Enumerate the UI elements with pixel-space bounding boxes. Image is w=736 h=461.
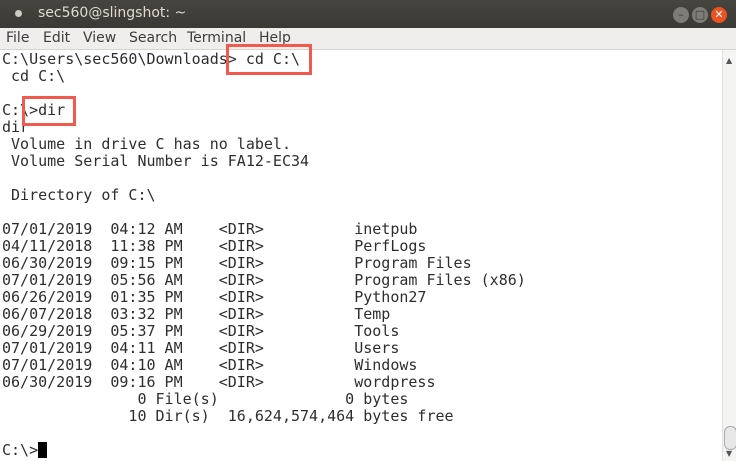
terminal-line: 07/01/2019 04:11 AM <DIR> Users xyxy=(2,339,400,357)
terminal-line: 06/26/2019 01:35 PM <DIR> Python27 xyxy=(2,288,427,306)
terminal-line: Volume in drive C has no label. xyxy=(2,135,291,153)
terminal-line: 06/29/2019 05:37 PM <DIR> Tools xyxy=(2,322,400,340)
minimize-button[interactable]: – xyxy=(673,7,689,23)
terminal-prompt: C:\> xyxy=(2,441,39,459)
terminal-line: 04/11/2018 11:38 PM <DIR> PerfLogs xyxy=(2,237,427,255)
terminal-line: 06/30/2019 09:16 PM <DIR> wordpress xyxy=(2,373,436,391)
window-title: sec560@slingshot: ~ xyxy=(38,5,187,21)
terminal-line: 10 Dir(s) 16,624,574,464 bytes free xyxy=(2,407,454,425)
terminal-line: Directory of C:\ xyxy=(2,186,156,204)
title-bar: sec560@slingshot: ~ – □ ✕ xyxy=(0,0,736,28)
terminal-line: 06/07/2018 03:32 PM <DIR> Temp xyxy=(2,305,391,323)
scrollbar-thumb[interactable] xyxy=(724,426,736,450)
terminal-cursor xyxy=(38,442,48,458)
terminal-line: 0 File(s) 0 bytes xyxy=(2,390,409,408)
scrollbar[interactable]: ▲ ▼ xyxy=(722,50,736,461)
terminal-output[interactable]: C:\Users\sec560\Downloads> cd C:\ cd C:\… xyxy=(0,50,722,461)
highlight-cd-command xyxy=(226,44,312,75)
menu-file[interactable]: File xyxy=(6,30,29,46)
menu-view[interactable]: View xyxy=(83,30,116,46)
highlight-dir-command xyxy=(22,96,76,126)
scroll-down-icon[interactable]: ▼ xyxy=(726,449,732,458)
terminal-line: 07/01/2019 05:56 AM <DIR> Program Files … xyxy=(2,271,526,289)
terminal-line: 07/01/2019 04:10 AM <DIR> Windows xyxy=(2,356,418,374)
terminal-line: 07/01/2019 04:12 AM <DIR> inetpub xyxy=(2,220,418,238)
scroll-up-icon[interactable]: ▲ xyxy=(726,56,732,65)
terminal-text: C:\Users\sec560\Downloads> cd C:\ cd C:\… xyxy=(2,51,526,459)
menu-bar: File Edit View Search Terminal Help xyxy=(0,28,736,50)
terminal-line: Volume Serial Number is FA12-EC34 xyxy=(2,152,310,170)
menu-edit[interactable]: Edit xyxy=(43,30,70,46)
terminal-line: 06/30/2019 09:15 PM <DIR> Program Files xyxy=(2,254,472,272)
maximize-button[interactable]: □ xyxy=(692,7,708,23)
terminal-line: cd C:\ xyxy=(2,67,66,85)
close-button[interactable]: ✕ xyxy=(711,7,727,23)
app-icon xyxy=(15,10,22,17)
menu-search[interactable]: Search xyxy=(129,30,177,46)
